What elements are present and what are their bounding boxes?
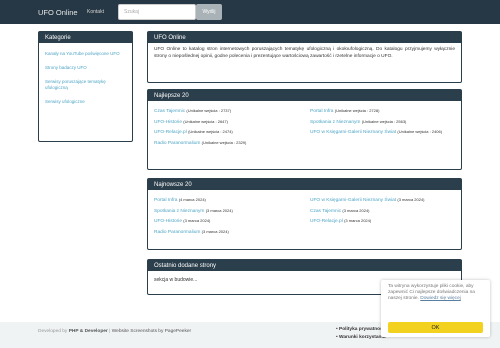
developer-link[interactable]: PHP & Developer: [69, 329, 108, 334]
category-link[interactable]: Strony badaczy UFO: [45, 65, 126, 71]
site-link[interactable]: Portal Infra: [154, 198, 177, 203]
best-title: Najlepsze 20: [148, 90, 461, 101]
list-item: UFO w Księgarni-Galerii Nieznany Świat (…: [310, 197, 460, 204]
category-link[interactable]: Serwisy poruszające tematykę ufologiczną: [45, 79, 126, 91]
site-link[interactable]: UFO w Księgarni-Galerii Nieznany Świat: [310, 198, 396, 203]
entry-note: (Unikalne wejścia : 2647): [183, 118, 228, 124]
list-item: Spotkania z Nieznanym (3 marca 2024): [154, 208, 304, 215]
newest-panel: Najnowsze 20 Portal Infra (4 marca 2024)…: [147, 178, 462, 250]
list-item: Radio Paranormalium (3 marca 2024): [154, 229, 304, 236]
entry-note: (3 marca 2024): [183, 218, 211, 224]
list-item: UFO-Relacje.pl (Unikalne wejścia : 2474): [154, 129, 304, 136]
cookie-banner: Ta witryna wykorzystuje pliki cookie, ab…: [381, 280, 490, 337]
site-link[interactable]: Czas Tajemnic: [154, 109, 185, 114]
site-link[interactable]: Czas Tajemnic: [310, 209, 341, 214]
about-text: UFO Online to katalog stron internetowyc…: [154, 47, 455, 59]
cookie-text-block: Ta witryna wykorzystuje pliki cookie, ab…: [388, 284, 486, 301]
entry-note: (4 marca 2024): [178, 197, 206, 202]
list-item: Radio Paranormalium (Unikalne wejścia : …: [154, 140, 304, 147]
entry-note: (Unikalne wejścia : 2329): [201, 139, 247, 145]
entry-note: (3 marca 2024): [344, 218, 372, 224]
site-link[interactable]: Spotkania z Nieznanym: [310, 120, 360, 125]
brand-link[interactable]: UFO Online: [38, 8, 78, 17]
footer-links: • Polityka prywatności • Warunki korzyst…: [336, 327, 387, 343]
site-link[interactable]: Radio Paranormalium: [154, 141, 200, 146]
list-item: UFO w Księgarni-Galerii Nieznany Świat (…: [310, 129, 460, 136]
entry-note: (3 marca 2024): [201, 228, 229, 234]
list-item: UFO-Historie (3 marca 2024): [154, 218, 304, 225]
entry-note: (3 marca 2024): [397, 197, 425, 202]
site-link[interactable]: Spotkania z Nieznanym: [154, 209, 204, 214]
terms-link[interactable]: Warunki korzystania: [339, 335, 385, 340]
about-panel: UFO Online UFO Online to katalog stron i…: [147, 31, 462, 83]
site-link[interactable]: UFO-Relacje.pl: [154, 130, 187, 135]
entry-note: (Unikalne wejścia : 2563): [361, 118, 407, 124]
search-button[interactable]: Wyślij: [196, 4, 222, 20]
list-item: Portal Infra (Unikalne wejścia : 2728): [310, 108, 460, 115]
screenshots-link[interactable]: Website Screenshots by PagePeeker: [112, 329, 191, 334]
list-item: • Warunki korzystania: [336, 335, 386, 340]
footer-separator: |: [109, 329, 111, 334]
site-link[interactable]: Portal Infra: [310, 109, 333, 114]
latest-title: Ostatnio dodane strony: [148, 260, 461, 271]
list-item: Czas Tajemnic (Unikalne wejścia : 2737): [154, 108, 304, 115]
search-input[interactable]: [118, 4, 196, 20]
site-link[interactable]: UFO-Historie: [154, 219, 182, 224]
footer-credits: Developed by PHP & Developer | Website S…: [38, 329, 191, 334]
categories-title: Kategorie: [39, 32, 132, 43]
cookie-more-link[interactable]: Dowiedz się więcej: [420, 296, 461, 301]
site-link[interactable]: Radio Paranormalium: [154, 230, 200, 235]
category-link[interactable]: Kanały na YouTube poświęcone UFO: [45, 51, 126, 57]
cookie-ok-button[interactable]: OK: [388, 322, 483, 333]
entry-note: (3 marca 2024): [205, 207, 233, 213]
list-item: UFO-Historie (Unikalne wejścia : 2647): [154, 119, 304, 126]
nav-contact-link[interactable]: Kontakt: [87, 9, 104, 15]
list-item: UFO-Relacje.pl (3 marca 2024): [310, 218, 460, 225]
category-link[interactable]: Serwisy ufologiczne: [45, 99, 126, 105]
privacy-link[interactable]: Polityka prywatności: [339, 327, 387, 332]
site-link[interactable]: UFO w Księgarni-Galerii Nieznany Świat: [310, 130, 396, 135]
entry-note: (3 marca 2024): [342, 207, 370, 213]
entry-note: (Unikalne wejścia : 2737): [186, 108, 232, 113]
entry-note: (Unikalne wejścia : 2474): [188, 129, 233, 135]
entry-note: (Unikalne wejścia : 2728): [334, 108, 380, 113]
about-title: UFO Online: [148, 32, 461, 43]
list-item: • Polityka prywatności: [336, 327, 387, 332]
categories-panel: Kategorie Kanały na YouTube poświęcone U…: [38, 31, 133, 142]
site-link[interactable]: UFO-Relacje.pl: [310, 219, 343, 224]
list-item: Czas Tajemnic (3 marca 2024): [310, 208, 460, 215]
newest-title: Najnowsze 20: [148, 179, 461, 190]
entry-note: (Unikalne wejścia : 2406): [397, 129, 443, 135]
best-panel: Najlepsze 20 Czas Tajemnic (Unikalne wej…: [147, 89, 462, 170]
site-link[interactable]: UFO-Historie: [154, 120, 182, 125]
list-item: Portal Infra (4 marca 2024): [154, 197, 304, 204]
developed-by-label: Developed by: [38, 329, 68, 334]
list-item: Spotkania z Nieznanym (Unikalne wejścia …: [310, 119, 460, 126]
top-navbar: UFO Online Kontakt Wyślij: [0, 0, 500, 24]
